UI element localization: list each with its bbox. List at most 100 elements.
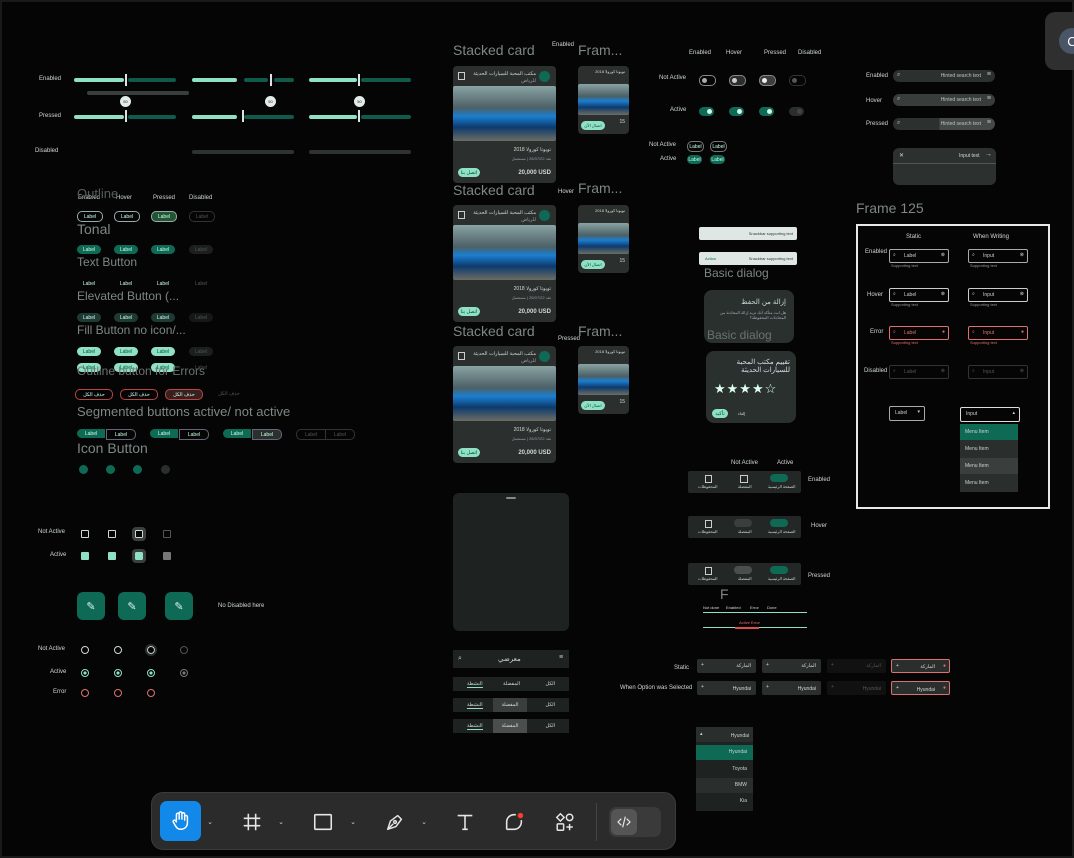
call-button[interactable]: اتصل بنا bbox=[458, 307, 480, 316]
brand-dropdown-selected[interactable]: + Hyundai bbox=[697, 681, 756, 695]
text-button[interactable]: Label bbox=[77, 279, 101, 288]
menu-item[interactable]: Menu Item bbox=[960, 458, 1018, 474]
nav-item-home[interactable]: الصفحة الرئيسية bbox=[768, 576, 795, 581]
error-button[interactable]: حذف الكل bbox=[165, 389, 203, 400]
slider-inactive-track[interactable] bbox=[361, 115, 411, 119]
segment-inactive[interactable]: Label bbox=[179, 429, 209, 440]
cancel-button[interactable]: إلغاء bbox=[738, 411, 745, 416]
chevron-down-icon[interactable]: ⌄ bbox=[206, 818, 214, 826]
slider-active-track[interactable] bbox=[192, 115, 237, 119]
home-icon[interactable] bbox=[770, 566, 788, 574]
tonal-button[interactable]: Label bbox=[151, 245, 175, 254]
segment-inactive[interactable]: Label bbox=[252, 429, 282, 440]
bookmark-icon[interactable] bbox=[705, 567, 712, 575]
menu-item[interactable]: Menu Item bbox=[960, 441, 1018, 457]
tab-all[interactable]: الكل bbox=[546, 681, 555, 687]
menu-icon[interactable]: ≡ bbox=[987, 95, 991, 102]
slider-handle[interactable] bbox=[358, 74, 360, 86]
search-bar[interactable]: ⌕ Hinted search text ≡ bbox=[893, 118, 995, 130]
segment-active[interactable]: Label bbox=[150, 429, 178, 438]
filter-chip-selected[interactable]: Label bbox=[710, 155, 725, 164]
slider-inactive-track[interactable] bbox=[361, 78, 411, 82]
radio-error[interactable] bbox=[147, 689, 155, 697]
bookmark-icon[interactable] bbox=[458, 72, 465, 80]
tab-favorites[interactable]: المفضلة bbox=[503, 681, 520, 687]
dropdown-option[interactable]: BMW bbox=[696, 778, 753, 793]
confirm-button[interactable]: تأكيد bbox=[712, 409, 728, 418]
clear-icon[interactable]: ⊗ bbox=[1020, 252, 1024, 258]
text-field-error[interactable]: ⌕ Label ● bbox=[889, 326, 949, 340]
nav-item-favorites[interactable]: المفضلة bbox=[738, 529, 752, 534]
tab-active[interactable]: النشطة bbox=[467, 681, 483, 688]
segment-active[interactable]: Label bbox=[77, 429, 105, 438]
slider-handle[interactable] bbox=[358, 110, 360, 122]
fill-button[interactable]: Label bbox=[114, 347, 138, 356]
thumb-cta[interactable]: اتصال الآن bbox=[581, 260, 605, 269]
slider-handle[interactable] bbox=[242, 110, 244, 122]
error-button[interactable]: حذف الكل bbox=[75, 389, 113, 400]
fill-button[interactable]: Label bbox=[151, 347, 175, 356]
menu-item[interactable]: Menu Item bbox=[960, 475, 1018, 491]
radio-selected[interactable] bbox=[81, 669, 89, 677]
bookmark-icon[interactable] bbox=[705, 475, 712, 483]
text-button[interactable]: Label bbox=[114, 279, 138, 288]
slider-active-track[interactable] bbox=[192, 78, 237, 82]
thumb-cta[interactable]: اتصال الآن bbox=[581, 401, 605, 410]
checkbox[interactable] bbox=[132, 527, 146, 541]
dropdown-option[interactable]: Toyota bbox=[696, 762, 753, 777]
call-button[interactable]: اتصل بنا bbox=[458, 448, 480, 457]
bookmark-icon[interactable] bbox=[458, 211, 465, 219]
tonal-button[interactable]: Label bbox=[114, 245, 138, 254]
frame-tool-icon[interactable] bbox=[237, 807, 267, 837]
car-listing-card[interactable]: مكتب المحبة للسيارات الحديثة للرياض تويو… bbox=[453, 66, 556, 183]
menu-icon[interactable]: ≡ bbox=[559, 654, 563, 661]
brand-dropdown-selected[interactable]: + Hyundai bbox=[762, 681, 821, 695]
text-button[interactable]: Label bbox=[151, 279, 175, 288]
nav-item-favorites[interactable]: المفضلة bbox=[738, 484, 752, 489]
brand-dropdown-selected-error[interactable]: + Hyundai ● bbox=[891, 681, 950, 695]
tab-favorites-hover[interactable]: المفضلة bbox=[493, 698, 527, 712]
checkbox-checked[interactable] bbox=[81, 552, 89, 560]
slider-active-track[interactable] bbox=[74, 115, 124, 119]
nav-item-favorites[interactable]: المفضلة bbox=[738, 576, 752, 581]
car-thumb-card[interactable]: تويوتا كورولا 2018 اتصال الآن 15 bbox=[578, 205, 629, 273]
components-icon[interactable] bbox=[550, 807, 580, 837]
search-bar[interactable]: ⌕ Hinted search text ≡ bbox=[893, 94, 995, 106]
segment-active[interactable]: Label bbox=[223, 429, 251, 438]
slider-inactive-track[interactable] bbox=[274, 78, 294, 82]
bottom-sheet[interactable] bbox=[453, 493, 569, 631]
search-icon[interactable]: ⌕ bbox=[458, 655, 462, 663]
nav-item-saved[interactable]: المحفوظات bbox=[698, 529, 717, 534]
slider-handle[interactable] bbox=[125, 110, 127, 122]
snackbar-action[interactable]: Action bbox=[705, 256, 716, 261]
menu-item-selected[interactable]: Menu Item bbox=[960, 424, 1018, 440]
tonal-button[interactable]: Label bbox=[77, 245, 101, 254]
elevated-button[interactable]: Label bbox=[151, 313, 175, 322]
outline-button[interactable]: Label bbox=[151, 211, 177, 222]
menu-icon[interactable]: ≡ bbox=[987, 71, 991, 78]
car-listing-card[interactable]: مكتب المحبة للسيارات الحديثة للرياض تويو… bbox=[453, 205, 556, 322]
radio[interactable] bbox=[145, 644, 157, 656]
select-field[interactable]: Label ▾ bbox=[889, 406, 925, 421]
pen-tool-icon[interactable] bbox=[380, 807, 410, 837]
edit-fab[interactable]: ✎ bbox=[165, 592, 193, 620]
slider-inactive-track[interactable] bbox=[244, 115, 294, 119]
checkbox[interactable] bbox=[108, 530, 116, 538]
dropdown-option-selected[interactable]: Hyundai bbox=[696, 745, 753, 760]
slider-inactive-track[interactable] bbox=[128, 78, 176, 82]
settings-icon[interactable] bbox=[106, 465, 115, 474]
thumb-cta[interactable]: اتصال الآن bbox=[581, 121, 605, 130]
favorites-icon[interactable] bbox=[734, 566, 752, 574]
slider-track-secondary[interactable] bbox=[87, 91, 189, 95]
settings-icon[interactable] bbox=[79, 465, 88, 474]
drag-handle[interactable] bbox=[506, 497, 516, 499]
slider-inactive-track[interactable] bbox=[244, 78, 268, 82]
chevron-down-icon[interactable]: ⌄ bbox=[420, 818, 428, 826]
slider-active-track[interactable] bbox=[74, 78, 124, 82]
tab-all[interactable]: الكل bbox=[546, 723, 555, 729]
tab-favorites-pressed[interactable]: المفضلة bbox=[493, 719, 527, 733]
radio-selected[interactable] bbox=[147, 669, 155, 677]
outline-button[interactable]: Label bbox=[114, 211, 140, 222]
nav-item-home[interactable]: الصفحة الرئيسية bbox=[768, 529, 795, 534]
fill-button[interactable]: Label bbox=[77, 347, 101, 356]
